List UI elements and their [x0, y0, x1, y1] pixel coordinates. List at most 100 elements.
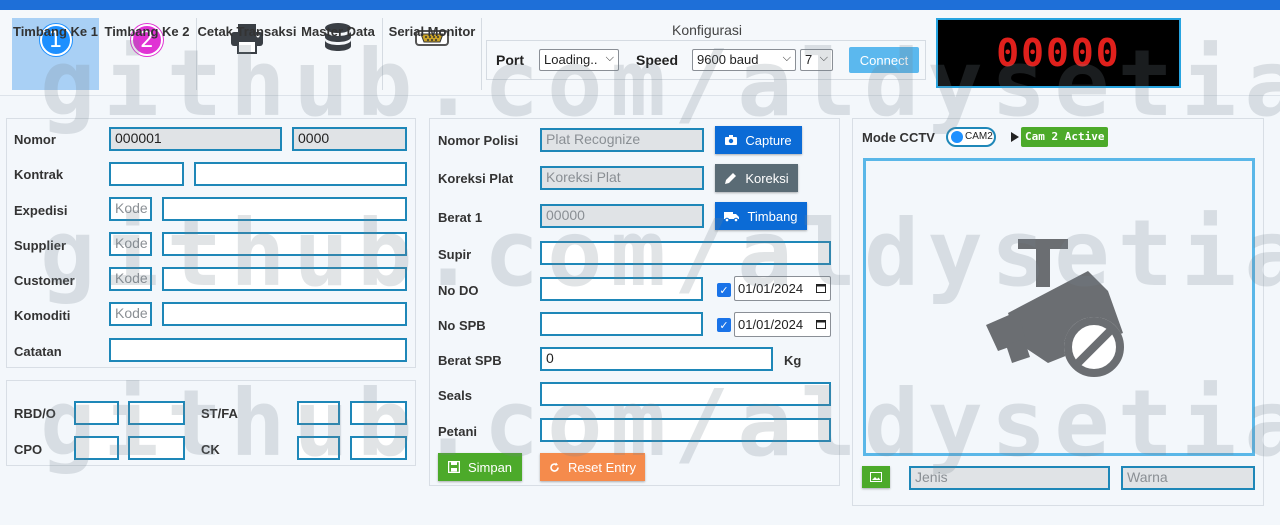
- camera-off-icon: [986, 239, 1124, 377]
- cpo-field-2[interactable]: [128, 436, 185, 460]
- toggle-label: CAM2: [965, 131, 993, 142]
- camera-active-badge: Cam 2 Active: [1021, 127, 1109, 147]
- data-bits-select[interactable]: 7 ⌵: [800, 49, 833, 71]
- simpan-label: Simpan: [467, 459, 513, 475]
- komoditi-code-field[interactable]: Kode: [109, 302, 152, 326]
- port-select-value: Loading..: [544, 52, 598, 67]
- jenis-field[interactable]: Jenis: [909, 466, 1110, 490]
- catatan-label: Catatan: [14, 344, 62, 359]
- koreksi-label: Koreksi: [745, 170, 789, 186]
- toolbar-divider: [481, 18, 482, 90]
- supplier-field[interactable]: [162, 232, 407, 256]
- kg-unit-label: Kg: [784, 353, 802, 368]
- camera-icon: [725, 135, 738, 145]
- config-title: Konfigurasi: [672, 22, 743, 38]
- port-select[interactable]: Loading.. ⌵: [539, 49, 619, 71]
- nomor-polisi-field[interactable]: Plat Recognize: [540, 128, 704, 152]
- toolbar-master-data-button[interactable]: Master Data: [298, 18, 378, 90]
- toolbar-item-label: Master Data: [301, 24, 375, 39]
- chevron-down-icon: ⌵: [782, 52, 791, 64]
- petani-field[interactable]: [540, 418, 831, 442]
- customer-label: Customer: [14, 273, 75, 288]
- chevron-down-icon: ⌵: [605, 52, 614, 64]
- toggle-knob: [951, 131, 963, 143]
- nomor-field[interactable]: 000001: [109, 127, 282, 151]
- toolbar-item-label: Timbang Ke 2: [104, 24, 190, 39]
- reset-entry-label: Reset Entry: [568, 459, 636, 475]
- toolbar-timbang-ke-2-button[interactable]: 2 Timbang Ke 2: [103, 18, 191, 90]
- catatan-field[interactable]: [109, 338, 407, 362]
- supplier-code-field[interactable]: Kode: [109, 232, 152, 256]
- weight-display-value: 00000: [996, 31, 1121, 75]
- nodo-date-value: 01/01/2024: [738, 281, 804, 296]
- customer-code-field[interactable]: Kode: [109, 267, 152, 291]
- port-label: Port: [496, 52, 524, 68]
- supir-field[interactable]: [540, 241, 831, 265]
- toolbar-timbang-ke-1-button[interactable]: 1 Timbang Ke 1: [12, 18, 99, 90]
- seals-field[interactable]: [540, 382, 831, 406]
- kontrak-field[interactable]: [194, 162, 407, 186]
- timbang-button[interactable]: Timbang: [715, 202, 807, 230]
- capture-button[interactable]: Capture: [715, 126, 802, 154]
- cpo-label: CPO: [14, 442, 43, 457]
- ck-label: CK: [201, 442, 220, 457]
- reset-entry-button[interactable]: Reset Entry: [540, 453, 645, 481]
- nodo-field[interactable]: [540, 277, 703, 301]
- rbd-field-2[interactable]: [128, 401, 185, 425]
- mode-cctv-label: Mode CCTV: [862, 130, 935, 145]
- beratspb-label: Berat SPB: [438, 353, 502, 368]
- kontrak-label: Kontrak: [14, 167, 64, 182]
- koreksi-button[interactable]: Koreksi: [715, 164, 798, 192]
- expedisi-field[interactable]: [162, 197, 407, 221]
- calendar-icon: [816, 284, 826, 293]
- stfa-field-1[interactable]: [297, 401, 340, 425]
- toolbar-item-label: Timbang Ke 1: [12, 24, 98, 39]
- speed-select[interactable]: 9600 baud ⌵: [692, 49, 796, 71]
- nospb-checkbox[interactable]: ✓: [717, 318, 731, 332]
- expedisi-label: Expedisi: [14, 203, 68, 218]
- koreksi-plat-field[interactable]: Koreksi Plat: [540, 166, 704, 190]
- snapshot-button[interactable]: [862, 466, 890, 488]
- toolbar-serial-monitor-button[interactable]: Serial Monitor: [388, 18, 476, 90]
- berat1-field[interactable]: 00000: [540, 204, 704, 228]
- komoditi-label: Komoditi: [14, 308, 71, 323]
- weight-display: 00000: [936, 18, 1181, 88]
- beratspb-field[interactable]: 0: [540, 347, 773, 371]
- simpan-button[interactable]: Simpan: [438, 453, 522, 481]
- nodo-checkbox[interactable]: ✓: [717, 283, 731, 297]
- toolbar-cetak-transaksi-button[interactable]: Cetak Transaksi: [198, 18, 297, 90]
- komoditi-field[interactable]: [162, 302, 407, 326]
- save-icon: [447, 461, 460, 473]
- ck-field-1[interactable]: [297, 436, 340, 460]
- cctv-mode-toggle[interactable]: CAM2: [946, 127, 996, 147]
- kontrak-code-field[interactable]: [109, 162, 184, 186]
- toolbar-item-label: Serial Monitor: [388, 24, 476, 39]
- koreksi-plat-label: Koreksi Plat: [438, 171, 514, 186]
- ck-field-2[interactable]: [350, 436, 407, 460]
- rbd-label: RBD/O: [14, 406, 56, 421]
- image-icon: [870, 472, 882, 482]
- nomor-suffix-field[interactable]: 0000: [292, 127, 407, 151]
- cpo-field-1[interactable]: [74, 436, 119, 460]
- refresh-icon: [550, 462, 559, 472]
- expedisi-code-field[interactable]: Kode: [109, 197, 152, 221]
- chevron-down-icon: ⌵: [819, 52, 828, 64]
- warna-field[interactable]: Warna: [1121, 466, 1255, 490]
- cctv-view: [863, 158, 1255, 456]
- top-accent-bar: [0, 0, 1280, 10]
- nospb-field[interactable]: [540, 312, 703, 336]
- customer-field[interactable]: [162, 267, 407, 291]
- supir-label: Supir: [438, 247, 472, 262]
- stfa-field-2[interactable]: [350, 401, 407, 425]
- connect-button[interactable]: Connect: [849, 47, 919, 73]
- supplier-label: Supplier: [14, 238, 67, 253]
- rbd-field-1[interactable]: [74, 401, 119, 425]
- truck-icon: [724, 211, 740, 222]
- petani-label: Petani: [438, 424, 478, 439]
- nospb-date-value: 01/01/2024: [738, 317, 804, 332]
- nodo-date-input[interactable]: 01/01/2024: [734, 276, 831, 301]
- toolbar-divider: [382, 18, 383, 90]
- nospb-date-input[interactable]: 01/01/2024: [734, 312, 831, 337]
- speed-label: Speed: [636, 52, 679, 68]
- stfa-label: ST/FA: [201, 406, 238, 421]
